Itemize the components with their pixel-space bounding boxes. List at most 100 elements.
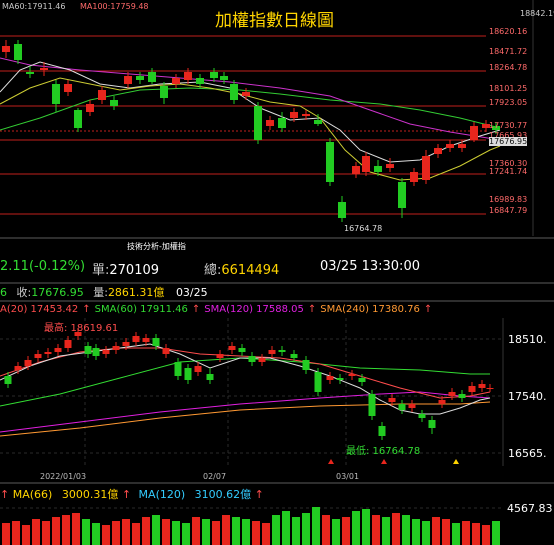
volume-bar <box>362 509 370 545</box>
price-candle <box>418 414 426 418</box>
close-label: 收: <box>16 286 32 299</box>
volume-bar <box>12 521 20 545</box>
price-candle <box>438 400 446 404</box>
ma-legend-item: A(20) 17453.42 <box>0 304 79 315</box>
price-label: 18264.78 <box>489 63 528 72</box>
volume-bar <box>402 515 410 545</box>
amount-label: 量: <box>93 286 108 299</box>
volume-bar <box>232 517 240 545</box>
amount-value: 2861.31億 <box>107 286 165 299</box>
volume-bar <box>192 517 200 545</box>
price-candle <box>162 348 170 354</box>
technical-chart-canvas <box>0 318 504 466</box>
price-candle <box>398 404 406 410</box>
price-candle <box>152 338 160 346</box>
volume-axis-value: 4567.83 <box>507 502 553 515</box>
volume-bar <box>32 519 40 545</box>
volume-bar <box>342 517 350 545</box>
price-candle <box>34 354 42 358</box>
window-title: 技術分析-加權指 <box>127 242 186 251</box>
quote-header: 技術分析-加權指 2.11(-0.12%) 單:270109 總:6614494… <box>0 239 554 285</box>
price-candle <box>206 374 214 380</box>
price-candle <box>248 356 256 362</box>
volume-bar <box>272 515 280 545</box>
ma-legend-item: SMA(120) 17588.05 <box>204 304 304 315</box>
low-point-label: 16764.78 <box>344 224 383 233</box>
info-prefix: 6 <box>0 286 7 299</box>
price-candle <box>238 348 246 352</box>
price-candle <box>468 386 476 392</box>
volume-bar <box>442 519 450 545</box>
price-label: 18620.16 <box>489 27 528 36</box>
volume-bar <box>262 523 270 545</box>
ma-legend-item: ↑ <box>307 304 317 315</box>
volume-bar <box>82 519 90 545</box>
price-candle <box>132 336 140 342</box>
volume-bar <box>132 523 140 545</box>
volume-bar <box>372 515 380 545</box>
total-volume-label: 總: <box>204 263 222 278</box>
ma-legend-item: SMA(60) 17911.46 <box>94 304 188 315</box>
volume-bar <box>492 521 500 545</box>
y-tick: 16565. <box>508 447 547 460</box>
unit-volume-value: 270109 <box>109 263 160 278</box>
price-candle <box>184 368 192 380</box>
price-candle <box>368 394 376 416</box>
volume-bar <box>392 513 400 545</box>
price-candle <box>278 350 286 352</box>
ma-legend-item: SMA(240) 17380.76 <box>320 304 420 315</box>
price-candle <box>448 392 456 396</box>
price-candle <box>358 378 366 382</box>
volume-bar <box>282 511 290 545</box>
volume-bar <box>2 523 10 545</box>
technical-chart: 最高: 18619.61 最低: 16764.78 18510. 17540. … <box>0 318 554 468</box>
volume-bar <box>142 517 150 545</box>
volume-bar <box>462 521 470 545</box>
volume-bar <box>312 507 320 545</box>
ma-legend-item: ↑ <box>191 304 201 315</box>
event-marker-red <box>328 459 334 464</box>
x-tick: 2022/01/03 <box>40 472 87 481</box>
price-label: 18471.72 <box>489 47 528 56</box>
close-value: 17676.95 <box>31 286 84 299</box>
volume-bar <box>182 523 190 545</box>
volume-bar <box>382 517 390 545</box>
volume-bar <box>472 523 480 545</box>
price-candle <box>14 366 22 370</box>
price-candle <box>54 348 62 352</box>
price-candle <box>408 404 416 408</box>
volume-bar <box>302 513 310 545</box>
price-candle <box>24 360 32 366</box>
volume-bar <box>252 521 260 545</box>
price-candle <box>228 346 236 350</box>
volume-bar <box>162 519 170 545</box>
x-tick: 02/07 <box>203 472 227 481</box>
ma-legend-item: ↑ <box>82 304 91 315</box>
volume-bar <box>22 525 30 545</box>
volume-bar <box>482 525 490 545</box>
total-volume-value: 6614494 <box>221 263 280 278</box>
sma60-line <box>0 357 490 407</box>
y-tick: 18510. <box>508 333 547 346</box>
unit-volume-label: 單: <box>92 263 110 278</box>
price-candle <box>92 348 100 356</box>
volume-bar <box>152 515 160 545</box>
volume-bar <box>52 517 60 545</box>
price-candle <box>64 340 72 348</box>
volume-bar <box>202 519 210 545</box>
info-date: 03/25 <box>175 286 208 299</box>
volume-bar <box>432 517 440 545</box>
price-candle <box>314 372 322 392</box>
volume-bar <box>412 519 420 545</box>
price-candle <box>258 358 266 362</box>
price-candle <box>142 338 150 342</box>
price-label: 17923.05 <box>489 98 528 107</box>
price-candle <box>44 352 52 354</box>
volume-bar <box>42 521 50 545</box>
volume-bar <box>222 515 230 545</box>
y-tick: 17540. <box>508 390 547 403</box>
price-candle <box>112 346 120 350</box>
volume-bar <box>112 521 120 545</box>
quote-info-row: 6 收:17676.95 量:2861.31億 03/25 <box>0 284 208 300</box>
event-marker-yellow <box>453 459 459 464</box>
